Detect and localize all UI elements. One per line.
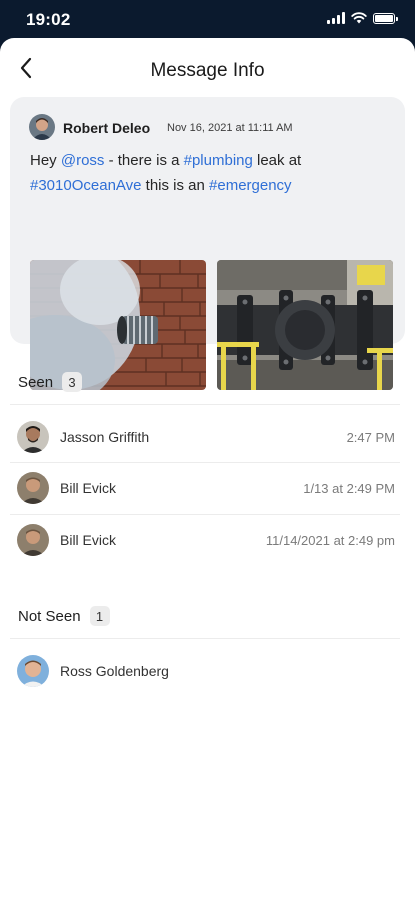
divider (10, 404, 400, 405)
not-seen-count-badge: 1 (89, 606, 110, 626)
pipe-valve-photo[interactable] (217, 260, 393, 390)
seen-label: Seen (18, 373, 54, 391)
status-icons (327, 12, 398, 24)
avatar (17, 421, 49, 453)
signal-icon (327, 12, 345, 24)
message-text-segment: - there is a (104, 152, 184, 169)
seen-row[interactable]: Jasson Griffith 2:47 PM (0, 412, 415, 462)
hashtag-link[interactable]: #plumbing (184, 152, 253, 169)
avatar (17, 655, 49, 687)
viewer-name: Bill Evick (60, 532, 117, 548)
avatar (17, 472, 49, 504)
message-text-segment: leak at (252, 152, 302, 169)
message-text: Hey @ross - there is a #plumbing leak at… (30, 148, 390, 198)
not-seen-section-header: Not Seen 1 (18, 606, 110, 626)
hashtag-link[interactable]: #3010OceanAve (30, 177, 141, 194)
seen-section-header: Seen 3 (18, 372, 83, 392)
message-text-segment: Hey (30, 152, 61, 169)
seen-time: 2:47 PM (346, 430, 395, 445)
seen-row[interactable]: Bill Evick 11/14/2021 at 2:49 pm (0, 515, 415, 565)
seen-row[interactable]: Bill Evick 1/13 at 2:49 PM (0, 463, 415, 513)
sent-timestamp: Nov 16, 2021 at 11:11 AM (167, 122, 293, 134)
divider (10, 638, 400, 639)
recipient-name: Ross Goldenberg (60, 663, 169, 679)
hashtag-link[interactable]: #emergency (209, 177, 292, 194)
message-text-segment: this is an (141, 177, 210, 194)
viewer-name: Bill Evick (60, 480, 117, 496)
header: Message Info (0, 38, 415, 100)
viewer-name: Jasson Griffith (60, 429, 150, 445)
steam-leak-photo[interactable] (30, 260, 206, 390)
wifi-icon (351, 12, 367, 24)
not-seen-label: Not Seen (18, 607, 81, 625)
mention-link[interactable]: @ross (61, 152, 105, 169)
seen-count-badge: 3 (62, 372, 83, 392)
message-info-sheet: Message Info Robert Deleo Nov 16, 2021 a… (0, 38, 415, 900)
sender-avatar (29, 114, 55, 140)
status-bar: 19:02 (0, 0, 415, 38)
battery-icon (373, 12, 398, 24)
status-time: 19:02 (26, 10, 71, 29)
not-seen-row[interactable]: Ross Goldenberg (0, 646, 415, 696)
seen-time: 1/13 at 2:49 PM (303, 481, 395, 496)
sender-name: Robert Deleo (63, 120, 151, 136)
message-card: Robert Deleo Nov 16, 2021 at 11:11 AM He… (10, 97, 405, 390)
page-title: Message Info (150, 60, 265, 81)
seen-time: 11/14/2021 at 2:49 pm (265, 533, 395, 548)
avatar (17, 524, 49, 556)
